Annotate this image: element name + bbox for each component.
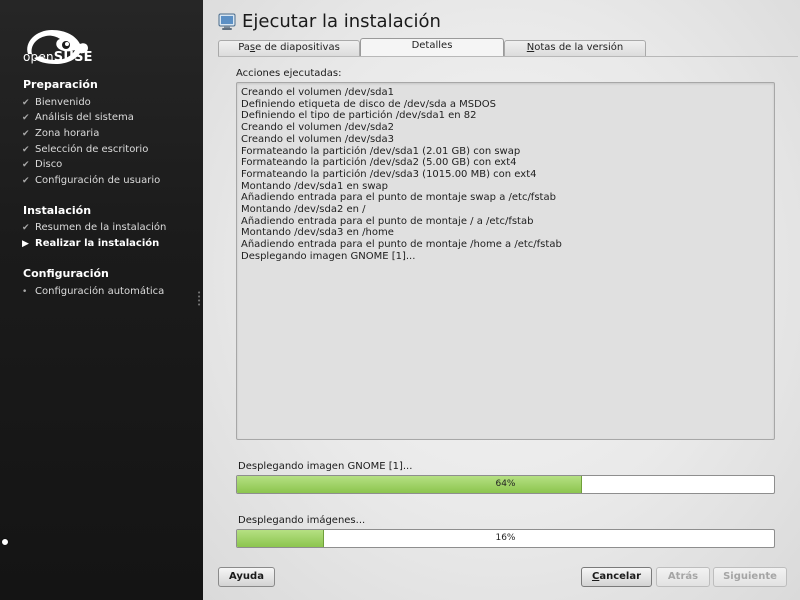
tab-frame-line <box>218 56 798 57</box>
page-title: Ejecutar la instalación <box>242 11 441 32</box>
log-line: Montando /dev/sda1 en swap <box>241 180 389 192</box>
step-bienvenido: ✔ Bienvenido <box>22 97 91 108</box>
step-configuracion-automatica: • Configuración automática <box>22 286 165 297</box>
tab-detalles[interactable]: Detalles <box>360 38 504 57</box>
section-title-configuracion: Configuración <box>23 267 109 280</box>
mouse-cursor-icon <box>1 538 9 546</box>
monitor-icon <box>218 13 236 30</box>
actions-label: Acciones ejecutadas: <box>236 68 342 79</box>
log-line: Creando el volumen /dev/sda2 <box>241 122 395 134</box>
main-panel: Ejecutar la instalación Pase de diaposit… <box>203 0 800 600</box>
check-icon: ✔ <box>22 144 30 155</box>
progress-percent-text: 64% <box>495 479 516 489</box>
step-seleccion-escritorio: ✔ Selección de escritorio <box>22 144 149 155</box>
step-analisis-sistema: ✔ Análisis del sistema <box>22 112 134 123</box>
log-line: Creando el volumen /dev/sda3 <box>241 133 395 145</box>
step-disco: ✔ Disco <box>22 159 63 170</box>
progress-label-image: Desplegando imagen GNOME [1]... <box>238 461 413 472</box>
log-line: Añadiendo entrada para el punto de monta… <box>241 215 534 227</box>
log-line: Definiendo etiqueta de disco de /dev/sda… <box>241 98 497 110</box>
tab-bar: Pase de diapositivas Detalles Notas de l… <box>218 38 646 57</box>
help-button[interactable]: Ayuda <box>218 567 275 587</box>
bullet-icon: • <box>22 286 28 297</box>
log-line: Montando /dev/sda3 en /home <box>241 227 394 239</box>
log-line: Formateando la partición /dev/sda1 (2.01… <box>241 145 521 157</box>
tab-pase-diapositivas[interactable]: Pase de diapositivas <box>218 40 360 56</box>
log-line: Montando /dev/sda2 en / <box>241 204 366 216</box>
step-zona-horaria: ✔ Zona horaria <box>22 128 100 139</box>
step-configuracion-usuario: ✔ Configuración de usuario <box>22 175 161 186</box>
check-icon: ✔ <box>22 97 30 108</box>
log-line: Formateando la partición /dev/sda2 (5.00… <box>241 157 517 169</box>
log-line: Creando el volumen /dev/sda1 <box>241 87 395 98</box>
check-icon: ✔ <box>22 112 30 123</box>
check-icon: ✔ <box>22 159 30 170</box>
log-line: Definiendo el tipo de partición /dev/sda… <box>241 110 477 122</box>
sidebar-resize-handle[interactable]: • • • • <box>197 290 201 309</box>
tab-notas-version[interactable]: Notas de la versión <box>504 40 646 56</box>
log-line: Añadiendo entrada para el punto de monta… <box>241 239 562 251</box>
step-resumen-instalacion: ✔ Resumen de la instalación <box>22 222 167 233</box>
check-icon: ✔ <box>22 128 30 139</box>
section-title-preparacion: Preparación <box>23 78 98 91</box>
check-icon: ✔ <box>22 222 30 233</box>
log-line: Desplegando imagen GNOME [1]... <box>241 250 416 262</box>
step-realizar-instalacion: ▶ Realizar la instalación <box>22 238 160 249</box>
sidebar: openSUSE Preparación ✔ Bienvenido ✔ Anális… <box>0 0 203 600</box>
arrow-right-icon: ▶ <box>22 238 29 249</box>
progress-bar-images: 16% <box>236 529 775 548</box>
log-line: Añadiendo entrada para el punto de monta… <box>241 192 556 204</box>
check-icon: ✔ <box>22 175 30 186</box>
progress-percent-text: 16% <box>495 533 516 543</box>
progress-label-images: Desplegando imágenes... <box>238 515 366 526</box>
opensuse-wordmark: openSUSE <box>23 50 93 65</box>
log-lines: Creando el volumen /dev/sda1 Definiendo … <box>241 87 562 263</box>
section-title-instalacion: Instalación <box>23 204 92 217</box>
back-button[interactable]: Atrás <box>656 567 710 587</box>
log-line: Formateando la partición /dev/sda3 (1015… <box>241 168 537 180</box>
cancel-button[interactable]: Cancelar <box>581 567 652 587</box>
actions-log[interactable]: Creando el volumen /dev/sda1 Definiendo … <box>236 82 775 440</box>
next-button[interactable]: Siguiente <box>713 567 787 587</box>
progress-bar-image: 64% <box>236 475 775 494</box>
